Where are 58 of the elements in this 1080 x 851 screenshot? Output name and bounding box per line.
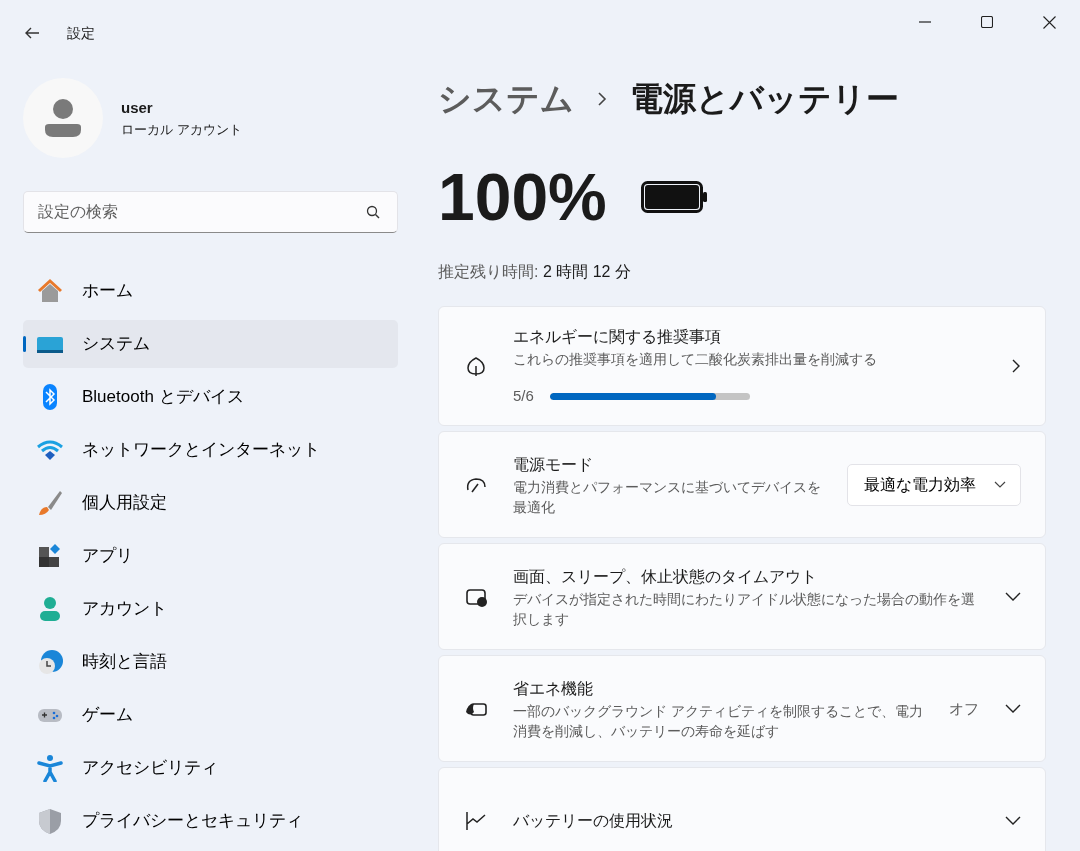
- setting-title: 電源モード: [513, 454, 594, 475]
- paintbrush-icon: [36, 489, 64, 517]
- battery-percent: 100%: [438, 163, 607, 230]
- setting-card[interactable]: バッテリーの使用状況: [438, 767, 1046, 851]
- setting-card[interactable]: 省エネ機能 一部のバックグラウンド アクティビティを制限することで、電力消費を削減し、バッテリーの寿命を延ばす オフ: [438, 655, 1046, 763]
- setting-title: バッテリーの使用状況: [513, 810, 674, 831]
- minimize-icon: [919, 21, 931, 23]
- sidebar-item[interactable]: ゲーム: [23, 691, 398, 739]
- expand-button[interactable]: [1005, 815, 1021, 826]
- setting-title: 画面、スリープ、休止状態のタイムアウト: [513, 566, 818, 587]
- setting-description: 一部のバックグラウンド アクティビティを制限することで、電力消費を削減し、バッテリーの寿命を延ばす: [513, 701, 923, 741]
- sidebar-item[interactable]: ネットワークとインターネット: [23, 426, 398, 474]
- setting-card[interactable]: 画面、スリープ、休止状態のタイムアウト デバイスが指定された時間にわたりアイドル状態になった場合の動作を選択します: [438, 543, 1046, 651]
- chart-icon: [465, 809, 487, 832]
- breadcrumb-link[interactable]: システム: [438, 74, 574, 124]
- account-type: ローカル アカウント: [121, 120, 242, 139]
- search-icon: [366, 205, 380, 219]
- chevron-down-icon: [1005, 703, 1021, 714]
- page-title: 電源とバッテリー: [630, 79, 899, 119]
- progress-count: 5/6: [513, 385, 534, 406]
- sidebar-item[interactable]: 個人用設定: [23, 479, 398, 527]
- maximize-icon: [981, 16, 993, 28]
- close-icon: [1042, 15, 1056, 29]
- expand-button[interactable]: [1005, 703, 1021, 714]
- globe-clock-icon: [36, 648, 64, 676]
- chevron-down-icon: [994, 480, 1006, 489]
- setting-title: エネルギーに関する推奨事項: [513, 326, 722, 347]
- setting-description: デバイスが指定された時間にわたりアイドル状態になった場合の動作を選択します: [513, 589, 976, 629]
- home-icon: [36, 277, 64, 305]
- sidebar-item[interactable]: アカウント: [23, 585, 398, 633]
- chevron-down-icon: [1005, 815, 1021, 826]
- setting-title: 省エネ機能: [513, 678, 594, 699]
- sidebar-item[interactable]: 時刻と言語: [23, 638, 398, 686]
- search-field[interactable]: 設定の検索: [23, 191, 398, 233]
- sidebar-item[interactable]: アクセシビリティ: [23, 744, 398, 792]
- chevron-down-icon: [1005, 591, 1021, 602]
- battery-icon: [640, 180, 708, 213]
- sidebar-item[interactable]: システム: [23, 320, 398, 368]
- chevron-icon: [596, 90, 608, 107]
- sidebar-item[interactable]: ホーム: [23, 267, 398, 315]
- expand-button[interactable]: [1005, 591, 1021, 602]
- setting-description: 電力消費とパフォーマンスに基づいてデバイスを最適化: [513, 477, 821, 517]
- sidebar-item[interactable]: アプリ: [23, 532, 398, 580]
- user-icon: [43, 97, 83, 139]
- dropdown[interactable]: 最適な電力効率: [847, 463, 1021, 506]
- shield-icon: [36, 807, 64, 835]
- remaining-time: 推定残り時間: 2 時間 12 分: [438, 261, 632, 282]
- user-name: user: [121, 98, 154, 118]
- sidebar-item[interactable]: Bluetooth とデバイス: [23, 373, 398, 421]
- setting-card[interactable]: エネルギーに関する推奨事項 これらの推奨事項を適用して二酸化炭素排出量を削減する 5/6: [438, 305, 1046, 427]
- chevron-right-icon: [1011, 357, 1021, 374]
- setting-card[interactable]: 電源モード 電力消費とパフォーマンスに基づいてデバイスを最適化 最適な電力効率: [438, 431, 1046, 539]
- accessibility-icon: [36, 754, 64, 782]
- leaf-icon: [465, 354, 487, 377]
- sidebar-item[interactable]: プライバシーとセキュリティ: [23, 797, 398, 845]
- window-title: 設定: [67, 23, 95, 43]
- setting-value: オフ: [949, 698, 979, 719]
- setting-description: これらの推奨事項を適用して二酸化炭素排出量を削減する: [513, 349, 878, 369]
